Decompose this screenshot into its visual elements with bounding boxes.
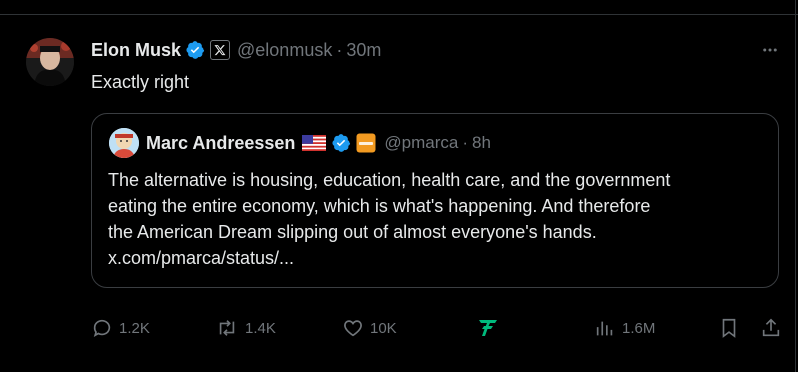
author-name[interactable]: Elon Musk [91, 40, 181, 61]
quoted-tweet-text: The alternative is housing, education, h… [108, 167, 768, 271]
tweet-header: Elon Musk @elonmusk · 30m [91, 38, 381, 62]
right-border [795, 0, 796, 372]
verified-badge-icon[interactable] [185, 40, 205, 60]
reply-button[interactable]: 1.2K [91, 314, 150, 342]
action-bar: 1.2K 1.4K 10K 1.6M [91, 314, 791, 342]
views-button[interactable]: 1.6M [594, 314, 655, 342]
a16z-affiliation-icon[interactable] [356, 133, 376, 153]
views-count: 1.6M [622, 319, 656, 337]
author-avatar[interactable] [26, 38, 74, 86]
tweet-text: Exactly right [91, 72, 190, 92]
reply-count: 1.2K [119, 319, 150, 337]
quoted-separator-dot: · [462, 133, 469, 152]
bookmark-icon [722, 318, 736, 338]
grok-button[interactable] [476, 314, 500, 342]
grok-icon [479, 320, 497, 336]
quoted-author-name[interactable]: Marc Andreessen [146, 133, 295, 154]
us-flag-icon [302, 135, 327, 151]
more-options-icon[interactable] [758, 38, 782, 62]
views-bar-chart-icon [596, 321, 613, 336]
share-button[interactable] [760, 314, 782, 342]
quoted-post-time[interactable]: 8h [472, 133, 491, 153]
separator-dot: · [336, 39, 343, 60]
repost-count: 1.4K [245, 319, 276, 337]
top-divider [0, 14, 798, 15]
quoted-text-line: The alternative is housing, education, h… [108, 170, 671, 190]
repost-button[interactable]: 1.4K [215, 314, 276, 342]
quoted-link[interactable]: x.com/pmarca/status/... [108, 245, 768, 271]
reply-icon [93, 319, 111, 338]
post-time[interactable]: 30m [346, 40, 381, 61]
like-button[interactable]: 10K [342, 314, 397, 342]
quoted-tweet-header: Marc Andreessen @pmarca · 8h [109, 128, 491, 158]
like-count: 10K [370, 319, 397, 337]
quoted-verified-badge-icon[interactable] [331, 133, 351, 153]
repost-icon [219, 320, 235, 336]
heart-icon [344, 320, 362, 337]
quoted-text-line: the American Dream slipping out of almos… [108, 222, 597, 242]
share-icon [762, 318, 780, 337]
quoted-tweet-card[interactable]: Marc Andreessen @pmarca · 8h The alterna… [91, 113, 779, 288]
quoted-author-handle[interactable]: @pmarca [384, 133, 458, 153]
author-handle[interactable]: @elonmusk [237, 40, 332, 61]
quoted-text-line: eating the entire economy, which is what… [108, 196, 651, 216]
quoted-author-avatar[interactable] [109, 128, 139, 158]
x-affiliation-icon[interactable] [210, 40, 231, 60]
bookmark-button[interactable] [718, 314, 740, 342]
